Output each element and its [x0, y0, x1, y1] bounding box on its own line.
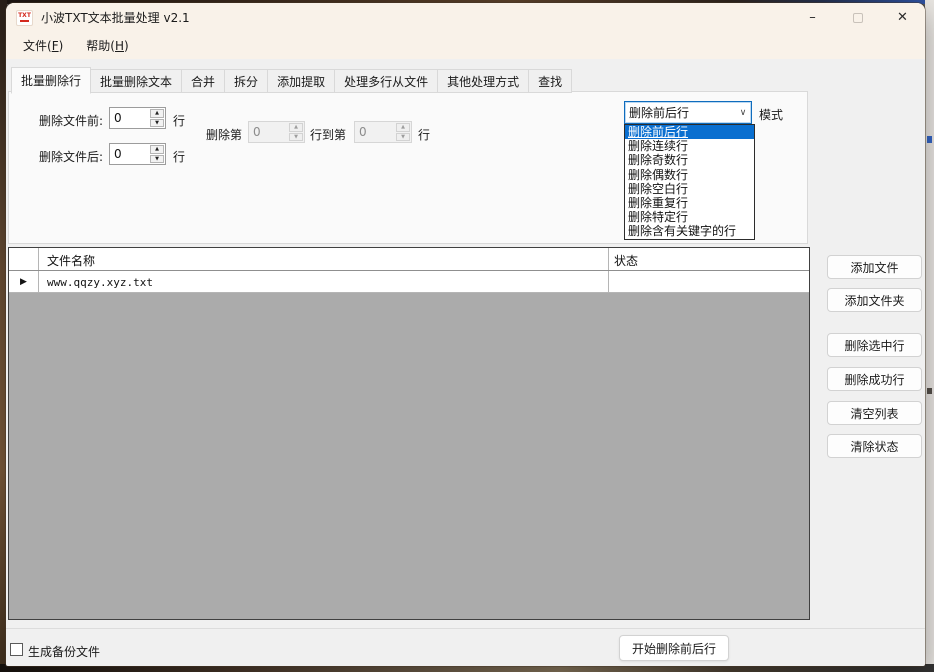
mode-option[interactable]: 删除奇数行	[625, 153, 754, 167]
window-title: 小波TXT文本批量处理 v2.1	[41, 9, 190, 26]
column-header-filename[interactable]: 文件名称	[39, 248, 609, 270]
file-table-header: 文件名称 状态	[9, 248, 809, 271]
footer-divider	[6, 628, 925, 629]
desktop-edge-right	[925, 0, 934, 672]
mode-option[interactable]: 删除含有关键字的行	[625, 224, 754, 238]
file-table: 文件名称 状态 ▶ www.qqzy.xyz.txt	[8, 247, 810, 620]
row-header-cell[interactable]: ▶	[9, 271, 39, 292]
tab-split[interactable]: 拆分	[225, 69, 268, 93]
mode-dropdown-list: 删除前后行 删除连续行 删除奇数行 删除偶数行 删除空白行 删除重复行 删除特定…	[624, 124, 755, 240]
delete-after-label: 删除文件后:	[39, 148, 103, 165]
status-cell[interactable]	[609, 271, 809, 292]
mode-option[interactable]: 删除偶数行	[625, 168, 754, 182]
delete-after-value[interactable]: 0	[110, 144, 149, 164]
tab-merge[interactable]: 合并	[182, 69, 225, 93]
tab-add-extract[interactable]: 添加提取	[268, 69, 335, 93]
spin-up-icon: ▲	[289, 123, 303, 132]
maximize-button[interactable]	[835, 3, 880, 32]
tab-batch-delete-text[interactable]: 批量删除文本	[91, 69, 182, 93]
tab-strip: 批量删除行 批量删除文本 合并 拆分 添加提取 处理多行从文件 其他处理方式 查…	[11, 67, 572, 93]
maximize-icon	[853, 13, 863, 23]
tab-find[interactable]: 查找	[529, 69, 572, 93]
range-unit: 行	[418, 126, 430, 143]
menu-file[interactable]: 文件(F)	[14, 33, 72, 58]
mode-option[interactable]: 删除前后行	[625, 125, 754, 139]
backup-checkbox[interactable]	[10, 643, 23, 656]
titlebar: TXT 小波TXT文本批量处理 v2.1 – ✕	[6, 3, 925, 32]
app-icon-bar	[20, 20, 29, 22]
table-corner-cell[interactable]	[9, 248, 39, 270]
column-header-status[interactable]: 状态	[609, 248, 809, 270]
table-row[interactable]: ▶ www.qqzy.xyz.txt	[9, 271, 809, 293]
spin-down-icon[interactable]: ▼	[150, 155, 164, 164]
delete-after-unit: 行	[173, 148, 185, 165]
range-from-spinner: 0 ▲ ▼	[248, 121, 305, 143]
mode-option[interactable]: 删除特定行	[625, 210, 754, 224]
range-to-spinner: 0 ▲ ▼	[354, 121, 412, 143]
add-file-button[interactable]: 添加文件	[827, 255, 922, 279]
mode-option[interactable]: 删除连续行	[625, 139, 754, 153]
delete-before-label: 删除文件前:	[39, 112, 103, 129]
tab-page-batch-delete-lines: 删除文件前: 0 ▲ ▼ 行 删除文件后: 0 ▲ ▼ 行 删除第 0	[8, 91, 808, 244]
tab-other-methods[interactable]: 其他处理方式	[438, 69, 529, 93]
mode-label: 模式	[759, 106, 783, 123]
range-from-value: 0	[249, 122, 288, 142]
spin-down-icon: ▼	[289, 133, 303, 142]
mode-selected-value: 删除前后行	[625, 104, 735, 121]
spin-up-icon[interactable]: ▲	[150, 145, 164, 154]
minimize-button[interactable]: –	[790, 3, 835, 32]
chevron-down-icon[interactable]: ∨	[735, 108, 751, 118]
delete-selected-rows-button[interactable]: 删除选中行	[827, 333, 922, 357]
app-icon-text: TXT	[17, 13, 32, 19]
app-icon: TXT	[16, 10, 33, 26]
clear-list-button[interactable]: 清空列表	[827, 401, 922, 425]
delete-success-rows-button[interactable]: 删除成功行	[827, 367, 922, 391]
app-window: TXT 小波TXT文本批量处理 v2.1 – ✕ 文件(F) 帮助(H) 批量删…	[6, 3, 925, 666]
delete-before-unit: 行	[173, 112, 185, 129]
mode-combobox[interactable]: 删除前后行 ∨	[624, 101, 752, 124]
background-window-fragment	[927, 136, 932, 143]
range-to-value: 0	[355, 122, 395, 142]
range-prefix-label: 删除第	[206, 126, 242, 143]
mode-option[interactable]: 删除空白行	[625, 182, 754, 196]
caption-buttons: – ✕	[790, 3, 925, 32]
delete-after-spinner[interactable]: 0 ▲ ▼	[109, 143, 166, 165]
close-button[interactable]: ✕	[880, 3, 925, 32]
delete-before-spinner[interactable]: 0 ▲ ▼	[109, 107, 166, 129]
clear-status-button[interactable]: 清除状态	[827, 434, 922, 458]
background-window-fragment	[927, 388, 932, 394]
add-folder-button[interactable]: 添加文件夹	[827, 288, 922, 312]
tab-batch-delete-lines[interactable]: 批量删除行	[11, 67, 91, 94]
spin-down-icon: ▼	[396, 133, 410, 142]
backup-checkbox-label[interactable]: 生成备份文件	[28, 643, 100, 660]
screen: TXT 小波TXT文本批量处理 v2.1 – ✕ 文件(F) 帮助(H) 批量删…	[0, 0, 934, 672]
spin-up-icon[interactable]: ▲	[150, 109, 164, 118]
mode-option[interactable]: 删除重复行	[625, 196, 754, 210]
current-row-indicator-icon: ▶	[20, 277, 27, 287]
tab-process-multiline[interactable]: 处理多行从文件	[335, 69, 438, 93]
filename-cell[interactable]: www.qqzy.xyz.txt	[39, 271, 609, 292]
menu-help[interactable]: 帮助(H)	[77, 33, 137, 58]
spin-up-icon: ▲	[396, 123, 410, 132]
delete-before-value[interactable]: 0	[110, 108, 149, 128]
range-middle-label: 行到第	[310, 126, 346, 143]
menubar: 文件(F) 帮助(H)	[6, 32, 925, 59]
start-delete-button[interactable]: 开始删除前后行	[619, 635, 729, 661]
spin-down-icon[interactable]: ▼	[150, 119, 164, 128]
